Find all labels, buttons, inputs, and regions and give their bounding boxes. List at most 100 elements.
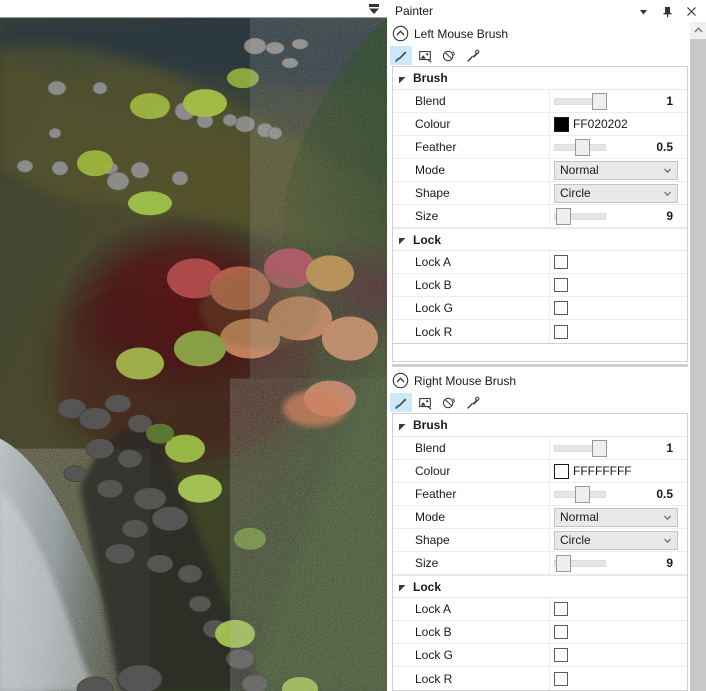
- section-title-label: Left Mouse Brush: [414, 26, 509, 41]
- collapse-chevron-up-icon[interactable]: [392, 372, 409, 389]
- property-label: Size: [393, 552, 550, 574]
- property-label: Feather: [393, 136, 550, 158]
- scroll-up-arrow-icon[interactable]: [690, 22, 706, 39]
- group-label: Brush: [413, 71, 448, 85]
- expand-triangle-icon[interactable]: [398, 582, 407, 592]
- lock-g-checkbox[interactable]: [554, 648, 568, 662]
- image-stamp-icon[interactable]: [414, 393, 436, 412]
- paint-bucket-icon[interactable]: [438, 46, 460, 65]
- chevron-down-icon: [662, 188, 673, 199]
- size-slider[interactable]: [554, 206, 606, 227]
- property-label: Lock R: [393, 320, 550, 343]
- property-value: [550, 251, 687, 273]
- dropdown-arrow-icon[interactable]: [366, 2, 382, 16]
- eyedropper-icon[interactable]: [462, 393, 484, 412]
- property-row-colour: Colour FFFFFFFF: [393, 460, 687, 483]
- slider-thumb[interactable]: [592, 92, 608, 110]
- property-label: Size: [393, 205, 550, 227]
- mode-selected-value: Normal: [560, 510, 599, 524]
- expand-triangle-icon[interactable]: [398, 74, 407, 83]
- feather-slider[interactable]: [554, 137, 606, 158]
- pin-icon[interactable]: [661, 5, 674, 18]
- panel-title-bar: Painter: [388, 0, 706, 22]
- expand-triangle-icon[interactable]: [398, 421, 407, 430]
- lock-r-checkbox[interactable]: [554, 671, 568, 686]
- property-value: 0.5: [550, 483, 687, 505]
- paint-brush-icon[interactable]: [390, 393, 412, 412]
- property-row-blend: Blend 1: [393, 90, 687, 113]
- property-value: [550, 598, 687, 620]
- section-spacer: [388, 362, 689, 369]
- property-row-lock-g: Lock G: [393, 297, 687, 320]
- slider-thumb[interactable]: [574, 485, 590, 503]
- lock-r-checkbox[interactable]: [554, 324, 568, 339]
- property-label: Lock A: [393, 251, 550, 273]
- paint-bucket-icon[interactable]: [438, 393, 460, 412]
- slider-thumb[interactable]: [592, 439, 608, 457]
- lock-b-checkbox[interactable]: [554, 625, 568, 639]
- group-header-lock-right[interactable]: Lock: [393, 575, 687, 598]
- group-label: Brush: [413, 418, 448, 432]
- group-header-brush-right[interactable]: Brush: [393, 414, 687, 437]
- viewport-toolbar: [0, 0, 387, 18]
- close-icon[interactable]: [685, 5, 698, 18]
- chevron-down-icon: [662, 165, 673, 176]
- lock-a-checkbox[interactable]: [554, 255, 568, 269]
- scrollbar-track[interactable]: [690, 39, 706, 691]
- property-label: Lock G: [393, 644, 550, 666]
- paint-brush-icon[interactable]: [390, 46, 412, 65]
- property-label: Blend: [393, 90, 550, 112]
- section-header-left-mouse-brush[interactable]: Left Mouse Brush: [388, 22, 689, 45]
- colour-swatch[interactable]: [554, 463, 569, 479]
- section-right-mouse-brush: Right Mouse Brush Brush Blend 1 Colour F…: [388, 369, 689, 691]
- expand-triangle-icon[interactable]: [398, 235, 407, 245]
- section-header-right-mouse-brush[interactable]: Right Mouse Brush: [388, 369, 689, 392]
- colour-hex-value[interactable]: FF020202: [573, 117, 628, 131]
- blend-slider[interactable]: [554, 438, 608, 459]
- shape-dropdown[interactable]: Circle: [554, 183, 678, 203]
- property-row-blend: Blend 1: [393, 437, 687, 460]
- property-value: [550, 297, 687, 319]
- property-value: Normal: [550, 506, 687, 528]
- tool-row-right: [388, 392, 689, 413]
- slider-thumb[interactable]: [574, 138, 590, 156]
- brush-sections-container: Left Mouse Brush Brush Blend 1 Colour FF…: [388, 22, 689, 691]
- property-label: Feather: [393, 483, 550, 505]
- blend-slider[interactable]: [554, 91, 608, 112]
- property-value: [550, 621, 687, 643]
- property-label: Colour: [393, 113, 550, 135]
- feather-slider[interactable]: [554, 484, 606, 505]
- tool-row-left: [388, 45, 689, 66]
- collapse-chevron-up-icon[interactable]: [392, 25, 409, 42]
- lock-g-checkbox[interactable]: [554, 301, 568, 315]
- colour-swatch[interactable]: [554, 116, 569, 132]
- mode-dropdown[interactable]: Normal: [554, 160, 678, 180]
- colour-hex-value[interactable]: FFFFFFFF: [573, 464, 632, 478]
- panel-title-label: Painter: [395, 4, 434, 18]
- property-row-lock-a: Lock A: [393, 598, 687, 621]
- property-label: Lock B: [393, 621, 550, 643]
- chevron-down-icon[interactable]: [637, 5, 650, 18]
- property-label: Shape: [393, 529, 550, 551]
- property-label: Lock G: [393, 297, 550, 319]
- property-row-lock-b: Lock B: [393, 274, 687, 297]
- property-grid-left-brush: Brush Blend 1 Colour FF020202 Feather 0.…: [392, 66, 688, 344]
- size-slider[interactable]: [554, 553, 606, 574]
- slider-thumb[interactable]: [555, 554, 571, 572]
- chevron-down-icon: [662, 535, 673, 546]
- panel-vertical-scrollbar[interactable]: [689, 22, 706, 691]
- property-value: [550, 644, 687, 666]
- shape-dropdown[interactable]: Circle: [554, 530, 678, 550]
- mode-dropdown[interactable]: Normal: [554, 507, 678, 527]
- eyedropper-icon[interactable]: [462, 46, 484, 65]
- property-value: Circle: [550, 529, 687, 551]
- image-stamp-icon[interactable]: [414, 46, 436, 65]
- group-header-lock-left[interactable]: Lock: [393, 228, 687, 251]
- lock-b-checkbox[interactable]: [554, 278, 568, 292]
- painter-panel: Painter Left Mouse Brush Brush Blend 1 C…: [387, 0, 706, 691]
- property-row-lock-b: Lock B: [393, 621, 687, 644]
- terrain-viewport-canvas[interactable]: [0, 18, 387, 691]
- lock-a-checkbox[interactable]: [554, 602, 568, 616]
- slider-thumb[interactable]: [555, 207, 571, 225]
- group-header-brush-left[interactable]: Brush: [393, 67, 687, 90]
